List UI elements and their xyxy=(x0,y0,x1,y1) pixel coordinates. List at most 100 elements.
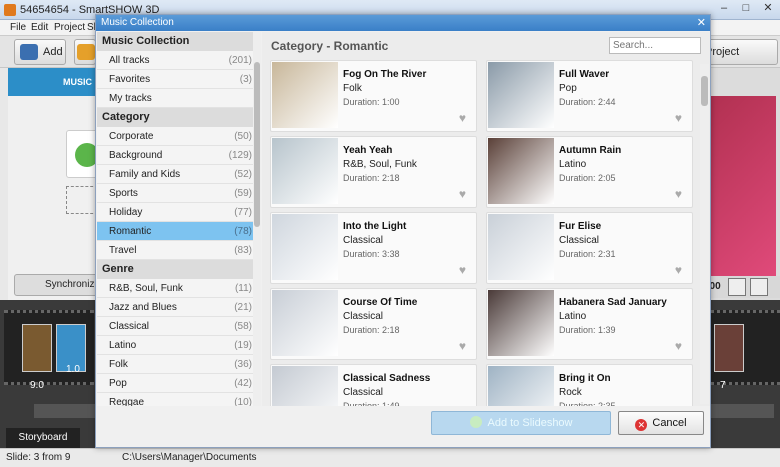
sidebar-item[interactable]: Holiday (77) xyxy=(97,203,259,222)
minimize-icon[interactable]: – xyxy=(713,2,735,16)
heart-icon[interactable]: ♥ xyxy=(675,339,682,353)
fullscreen-icon[interactable] xyxy=(750,278,768,296)
track-genre: Latino xyxy=(559,311,587,322)
close-window-icon[interactable]: ✕ xyxy=(757,2,779,16)
sidebar-item[interactable]: R&B, Soul, Funk (11) xyxy=(97,279,259,298)
menu-project[interactable]: Project xyxy=(54,22,85,33)
sidebar-item-label: Sports xyxy=(109,188,138,199)
sidebar-item[interactable]: All tracks (201) xyxy=(97,51,259,70)
sidebar-item-label: Romantic xyxy=(109,226,152,237)
menu-file[interactable]: File xyxy=(10,22,26,33)
check-icon xyxy=(469,416,482,428)
sidebar-item-count: (19) xyxy=(234,340,252,351)
track-card[interactable]: Into the Light Classical Duration: 3:38 ♥ xyxy=(270,212,477,284)
status-bar: Slide: 3 from 9 C:\Users\Manager\Documen… xyxy=(0,448,780,467)
dialog-close-icon[interactable]: ✕ xyxy=(697,15,706,31)
sidebar-item[interactable]: Reggae (10) xyxy=(97,393,259,406)
sidebar-item[interactable]: Latino (19) xyxy=(97,336,259,355)
tab-music[interactable]: MUSIC xyxy=(8,68,98,96)
heart-icon[interactable]: ♥ xyxy=(459,187,466,201)
sidebar-item[interactable]: My tracks xyxy=(97,89,259,108)
dialog-footer: Add to Slideshow ✕ Cancel xyxy=(97,407,710,447)
track-duration: Duration: 1:00 xyxy=(343,97,400,107)
heart-icon[interactable]: ♥ xyxy=(459,263,466,277)
track-cover-image xyxy=(488,138,554,204)
track-duration: Duration: 2:35 xyxy=(559,401,616,406)
dialog-title-bar: Music Collection ✕ xyxy=(96,15,710,31)
track-genre: Classical xyxy=(343,311,384,322)
heart-icon[interactable]: ♥ xyxy=(675,263,682,277)
heart-icon[interactable]: ♥ xyxy=(675,187,682,201)
add-to-slideshow-button[interactable]: Add to Slideshow xyxy=(431,411,611,435)
sidebar-item[interactable]: Classical (58) xyxy=(97,317,259,336)
palette-icon xyxy=(77,44,95,60)
tracks-scrollbar[interactable] xyxy=(700,64,709,404)
heart-icon[interactable]: ♥ xyxy=(675,111,682,125)
track-card[interactable]: Full Waver Pop Duration: 2:44 ♥ xyxy=(486,60,693,132)
sidebar-item[interactable]: Pop (42) xyxy=(97,374,259,393)
track-card[interactable]: Fog On The River Folk Duration: 1:00 ♥ xyxy=(270,60,477,132)
track-cover-image xyxy=(272,214,338,280)
sidebar-item-label: Classical xyxy=(109,321,150,332)
sidebar-scroll-thumb[interactable] xyxy=(254,62,260,227)
track-card[interactable]: Classical Sadness Classical Duration: 1:49… xyxy=(270,364,477,406)
add-button[interactable]: Add xyxy=(14,39,66,65)
sidebar-item[interactable]: Sports (59) xyxy=(97,184,259,203)
sidebar-item-label: Pop xyxy=(109,378,127,389)
sidebar-item[interactable]: Background (129) xyxy=(97,146,259,165)
sidebar-item[interactable]: Favorites (3) xyxy=(97,70,259,89)
track-card[interactable]: Habanera Sad January Latino Duration: 1:39… xyxy=(486,288,693,360)
maximize-icon[interactable]: □ xyxy=(735,2,757,16)
track-cover-image xyxy=(488,214,554,280)
path-status: C:\Users\Manager\Documents xyxy=(122,452,257,463)
sidebar-item-label: Background xyxy=(109,150,163,161)
track-cover-image xyxy=(272,62,338,128)
slide-thumbnail[interactable] xyxy=(714,324,744,372)
slide-thumbnail[interactable] xyxy=(22,324,52,372)
tab-storyboard[interactable]: Storyboard xyxy=(6,428,80,448)
sidebar-item[interactable]: Corporate (50) xyxy=(97,127,259,146)
tracks-scroll-thumb[interactable] xyxy=(701,76,708,106)
sidebar-item-label: R&B, Soul, Funk xyxy=(109,283,183,294)
track-duration: Duration: 2:31 xyxy=(559,249,616,259)
track-genre: Classical xyxy=(343,387,384,398)
music-card[interactable] xyxy=(66,130,99,178)
track-genre: Rock xyxy=(559,387,582,398)
sidebar-item-count: (77) xyxy=(234,207,252,218)
project-settings-button[interactable]: Project Settings xyxy=(700,39,778,82)
heart-icon[interactable]: ♥ xyxy=(459,339,466,353)
music-collection-dialog: Music Collection ✕ Music Collection All t… xyxy=(95,14,711,448)
menu-edit[interactable]: Edit xyxy=(31,22,48,33)
effects-button[interactable] xyxy=(74,39,96,65)
sidebar-item[interactable]: Travel (83) xyxy=(97,241,259,260)
drop-zone[interactable] xyxy=(66,186,98,214)
track-card[interactable]: Course Of Time Classical Duration: 2:18 ♥ xyxy=(270,288,477,360)
track-card[interactable]: Bring it OnRockDuration: 2:35♥ xyxy=(486,364,693,406)
sidebar-item-label: Latino xyxy=(109,340,137,351)
track-genre: Folk xyxy=(343,83,362,94)
sidebar-item[interactable]: Folk (36) xyxy=(97,355,259,374)
sidebar-item-count: (58) xyxy=(234,321,252,332)
track-genre: R&B, Soul, Funk xyxy=(343,159,417,170)
sidebar-item-count: (42) xyxy=(234,378,252,389)
track-cover-image xyxy=(272,138,338,204)
track-card[interactable]: Yeah Yeah R&B, Soul, Funk Duration: 2:18 ♥ xyxy=(270,136,477,208)
track-card[interactable]: Autumn Rain Latino Duration: 2:05 ♥ xyxy=(486,136,693,208)
track-card[interactable]: Fur Elise Classical Duration: 2:31 ♥ xyxy=(486,212,693,284)
sidebar-section-header: Music Collection xyxy=(97,32,259,51)
heart-icon[interactable]: ♥ xyxy=(459,111,466,125)
track-genre: Latino xyxy=(559,159,587,170)
camera-icon xyxy=(20,44,38,60)
track-duration: Duration: 3:38 xyxy=(343,249,400,259)
sidebar-item[interactable]: Jazz and Blues (21) xyxy=(97,298,259,317)
snapshot-icon[interactable] xyxy=(728,278,746,296)
track-name: Yeah Yeah xyxy=(343,145,393,156)
cancel-button[interactable]: ✕ Cancel xyxy=(618,411,704,435)
search-input[interactable] xyxy=(609,37,701,54)
sidebar-item[interactable]: Family and Kids (52) xyxy=(97,165,259,184)
sidebar-scrollbar[interactable] xyxy=(253,32,261,406)
track-cover-image xyxy=(488,366,554,406)
sidebar-item-count: (50) xyxy=(234,131,252,142)
synchronize-button[interactable]: Synchronize xyxy=(14,274,104,296)
sidebar-item[interactable]: Romantic (78) xyxy=(97,222,259,241)
